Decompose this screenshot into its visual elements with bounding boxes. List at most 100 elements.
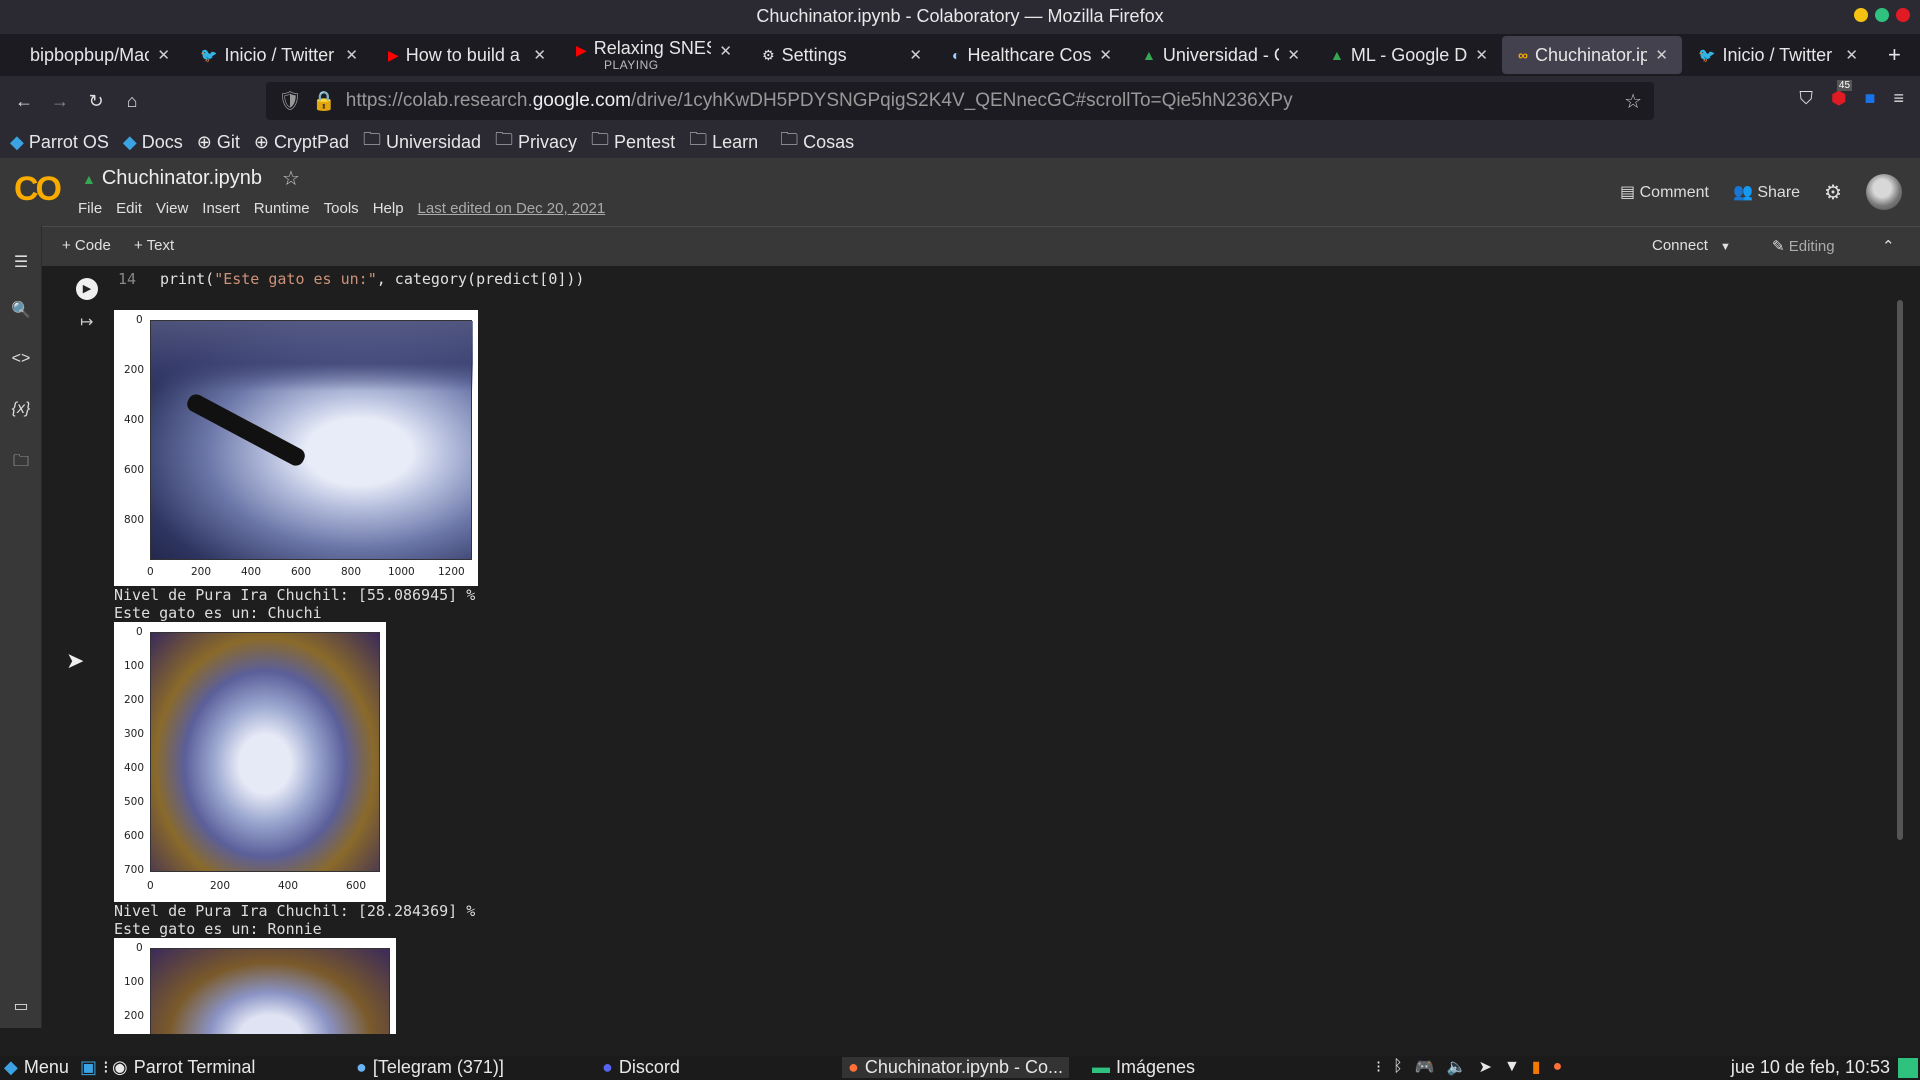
menu-runtime[interactable]: Runtime — [254, 200, 310, 217]
quick-launch-icons[interactable]: ▣ ⁝ — [80, 1057, 109, 1078]
avatar[interactable] — [1866, 174, 1902, 210]
reload-icon[interactable]: ↻ — [78, 91, 114, 112]
close-icon[interactable]: ✕ — [345, 46, 358, 64]
close-icon[interactable]: ✕ — [1845, 46, 1858, 64]
menu-insert[interactable]: Insert — [202, 200, 240, 217]
telegram-tray-icon[interactable]: ➤ — [1479, 1057, 1492, 1077]
code-snippets-icon[interactable]: <> — [0, 350, 42, 368]
bookmark-universidad[interactable]: 🗀 Universidad — [363, 127, 481, 157]
bookmark-cosas[interactable]: 🗀 Cosas — [780, 127, 854, 157]
maximize-button[interactable] — [1875, 8, 1889, 22]
bookmark-git[interactable]: ⊕ Git — [197, 132, 240, 153]
new-tab-button[interactable]: + — [1872, 36, 1912, 74]
tab-universidad[interactable]: ▲ Universidad - G ✕ — [1126, 36, 1314, 74]
menu-view[interactable]: View — [156, 200, 188, 217]
bookmark-cryptpad[interactable]: ⊕ CryptPad — [254, 132, 349, 153]
shield-icon[interactable]: 🛡 — [278, 89, 302, 113]
hamburger-menu-icon[interactable]: ≡ — [1893, 88, 1904, 109]
home-icon[interactable]: ⌂ — [114, 91, 150, 112]
terminal-icon[interactable]: ▭ — [0, 996, 42, 1016]
output-actions-icon[interactable]: ↦ — [80, 312, 93, 332]
close-icon[interactable]: ✕ — [1475, 46, 1488, 64]
add-code-button[interactable]: + Code — [62, 237, 111, 254]
menu-file[interactable]: File — [78, 200, 102, 217]
add-text-button[interactable]: + Text — [134, 237, 174, 254]
task-firefox-colab[interactable]: ● Chuchinator.ipynb - Co... — [842, 1057, 1069, 1078]
tray-dots-icon[interactable]: ⁝ — [1376, 1057, 1381, 1077]
close-icon[interactable]: ✕ — [1287, 46, 1300, 64]
globe-icon: ⊕ — [253, 131, 269, 152]
close-icon[interactable]: ✕ — [719, 42, 732, 60]
editing-mode-button[interactable]: ✎ Editing — [1772, 237, 1835, 255]
tab-settings[interactable]: ⚙ Settings ✕ — [746, 36, 936, 74]
connect-button[interactable]: Connect ▼ — [1652, 237, 1731, 254]
settings-gear-icon[interactable]: ⚙ — [1824, 180, 1842, 205]
bookmark-learn[interactable]: 🗀 Learn — [689, 127, 758, 157]
tab-label: Settings — [781, 44, 847, 65]
close-icon[interactable]: ✕ — [157, 46, 170, 64]
last-edited-link[interactable]: Last edited on Dec 20, 2021 — [418, 200, 606, 217]
tab-colab-active[interactable]: ∞ Chuchinator.ipy ✕ — [1502, 36, 1682, 74]
close-icon[interactable]: ✕ — [1655, 46, 1668, 64]
back-arrow-icon[interactable]: ← — [6, 91, 42, 112]
tab-github[interactable]: bipbopbup/Mac ✕ — [14, 36, 184, 74]
forward-arrow-icon[interactable]: → — [42, 91, 78, 112]
tab-twitter-2[interactable]: 🐦 Inicio / Twitter ✕ — [1682, 36, 1872, 74]
bookmark-label: Cosas — [803, 131, 855, 152]
discord-tray-icon[interactable]: 🎮 — [1415, 1057, 1435, 1077]
close-icon[interactable]: ✕ — [533, 46, 546, 64]
close-icon[interactable]: ✕ — [909, 46, 922, 64]
show-desktop-button[interactable] — [1898, 1058, 1918, 1078]
window-titlebar: Chuchinator.ipynb - Colaboratory — Mozil… — [0, 0, 1920, 34]
close-window-button[interactable] — [1896, 8, 1910, 22]
y-tick: 100 — [124, 976, 145, 988]
variables-icon[interactable]: {x} — [0, 400, 42, 418]
menu-help[interactable]: Help — [373, 200, 404, 217]
tab-youtube-relaxing[interactable]: ▶ Relaxing SNES t ✕ PLAYING — [560, 36, 746, 74]
colab-logo[interactable]: CO — [14, 170, 62, 209]
wifi-icon[interactable]: ▼ — [1504, 1058, 1520, 1076]
code-line[interactable]: print("Este gato es un:", category(predi… — [160, 270, 584, 288]
task-imagenes[interactable]: ▬ Imágenes — [1092, 1057, 1195, 1078]
star-icon[interactable]: ☆ — [282, 166, 300, 191]
bookmark-parrot-os[interactable]: ◆ Parrot OS — [10, 132, 109, 153]
start-menu-button[interactable]: ◆ Menu — [4, 1057, 69, 1078]
task-discord[interactable]: ● Discord — [602, 1057, 680, 1078]
tab-twitter[interactable]: 🐦 Inicio / Twitter ✕ — [184, 36, 372, 74]
menu-edit[interactable]: Edit — [116, 200, 142, 217]
bookmark-privacy[interactable]: 🗀 Privacy — [495, 127, 577, 157]
tab-ml-drive[interactable]: ▲ ML - Google Dr ✕ — [1314, 36, 1502, 74]
notebook-title[interactable]: Chuchinator.ipynb — [102, 167, 262, 190]
lock-icon[interactable]: 🔒 — [312, 89, 336, 113]
bookmark-label: Pentest — [614, 131, 676, 152]
bluetooth-icon[interactable]: ᛒ — [1393, 1058, 1403, 1076]
output-scrollbar[interactable] — [1897, 300, 1903, 840]
share-button[interactable]: 👥 Share — [1733, 182, 1800, 202]
bookmark-pentest[interactable]: 🗀 Pentest — [591, 127, 675, 157]
task-parrot-terminal[interactable]: ◉ Parrot Terminal — [112, 1057, 255, 1078]
table-of-contents-icon[interactable]: ☰ — [0, 252, 42, 272]
firefox-tray-icon[interactable]: ● — [1553, 1058, 1563, 1076]
pocket-icon[interactable]: ⛉ — [1799, 88, 1813, 109]
collapse-chevron-icon[interactable]: ⌃ — [1882, 237, 1895, 255]
volume-icon[interactable]: 🔈 — [1447, 1057, 1467, 1077]
ublock-icon[interactable]: ⬢ 45 — [1831, 80, 1853, 109]
bookmark-star-icon[interactable]: ☆ — [1624, 89, 1642, 114]
minimize-button[interactable] — [1854, 8, 1868, 22]
tab-youtube-build[interactable]: ▶ How to build a p ✕ — [372, 36, 560, 74]
url-bar[interactable]: 🛡 🔒 https://colab.research. google.com/dr… — [266, 82, 1654, 120]
menu-label: Menu — [23, 1057, 69, 1077]
code-cell[interactable]: 14 print("Este gato es un:", category(pr… — [68, 266, 1902, 300]
comment-button[interactable]: ▤ Comment — [1620, 182, 1709, 202]
extension-s-icon[interactable]: ■ — [1865, 88, 1876, 109]
menu-tools[interactable]: Tools — [324, 200, 359, 217]
battery-icon[interactable]: ▮ — [1532, 1057, 1541, 1077]
files-folder-icon[interactable]: 🗀 — [0, 450, 42, 477]
task-telegram[interactable]: ● [Telegram (371)] — [356, 1057, 504, 1078]
tab-healthcare[interactable]: ◐ Healthcare Cost ✕ — [936, 36, 1126, 74]
run-cell-button[interactable]: ▶ — [76, 278, 98, 300]
search-icon[interactable]: 🔍 — [0, 300, 42, 320]
bookmark-docs[interactable]: ◆ Docs — [123, 132, 183, 153]
bookmark-label: Privacy — [518, 131, 578, 152]
close-icon[interactable]: ✕ — [1099, 46, 1112, 64]
